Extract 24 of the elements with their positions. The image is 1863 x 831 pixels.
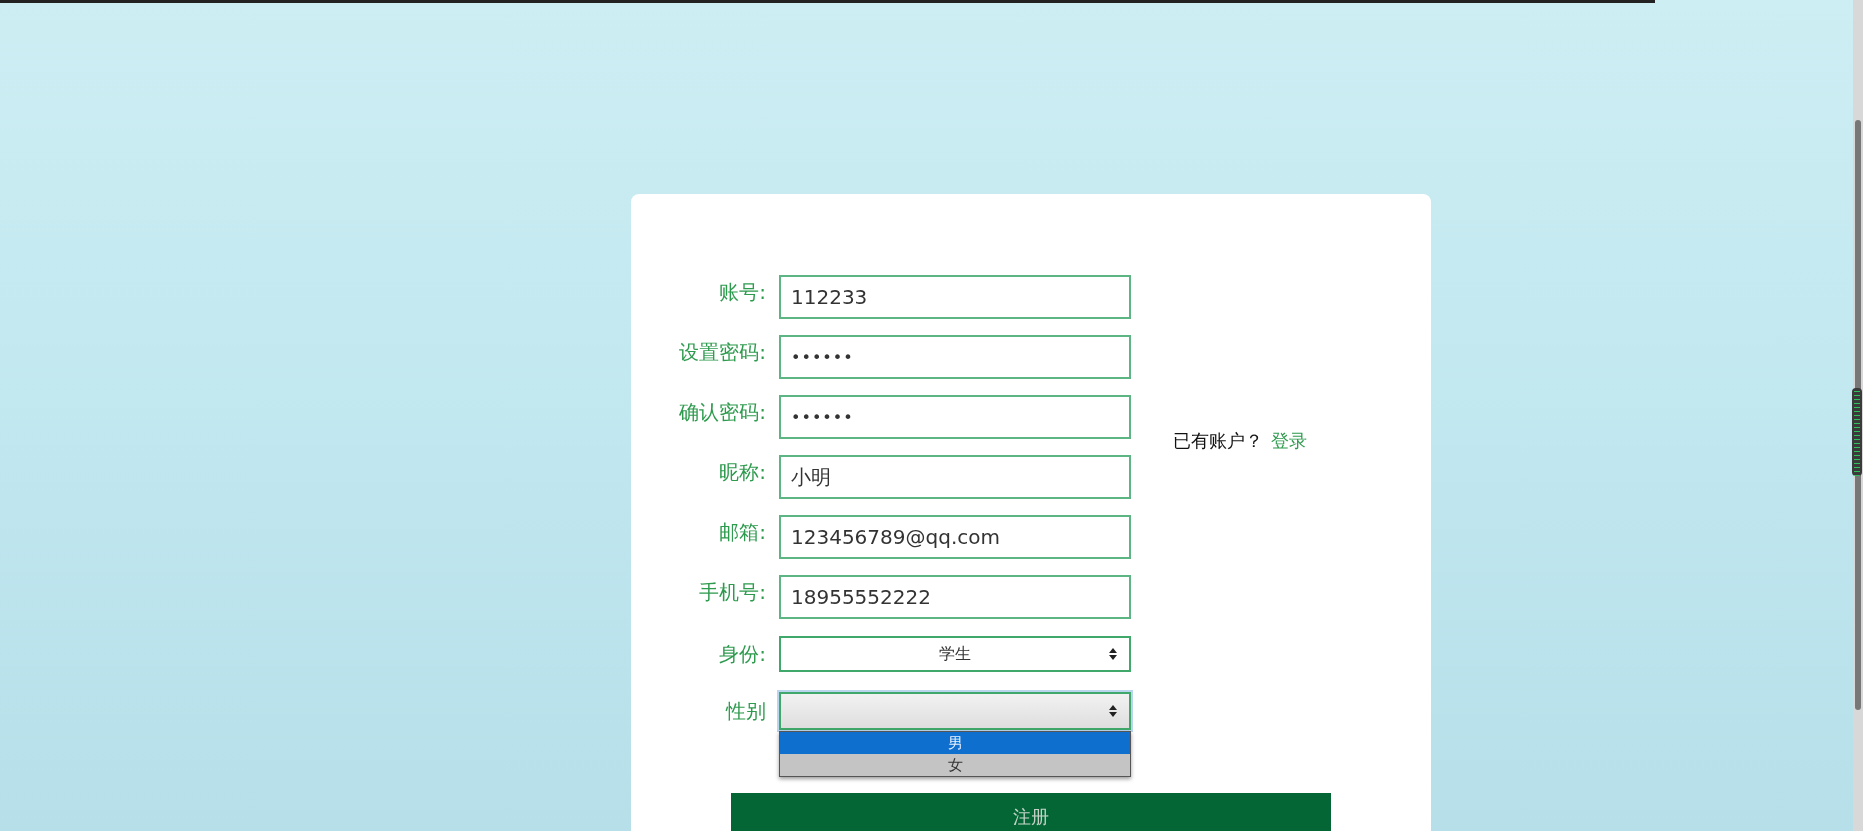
input-field[interactable]: 18955552222 bbox=[779, 575, 1131, 619]
field-label: 身份: bbox=[718, 640, 767, 668]
sort-arrows-icon bbox=[1109, 648, 1117, 660]
password-field[interactable]: •••••• bbox=[779, 335, 1131, 379]
select-field[interactable] bbox=[779, 692, 1131, 730]
field-label: 性别 bbox=[724, 697, 767, 725]
register-button[interactable]: 注册 bbox=[731, 793, 1331, 831]
login-link[interactable]: 登录 bbox=[1271, 429, 1307, 453]
login-prompt-text: 已有账户？ bbox=[1173, 429, 1263, 453]
field-label: 设置密码: bbox=[678, 339, 767, 366]
field-label: 昵称: bbox=[718, 459, 767, 486]
input-field[interactable]: 小明 bbox=[779, 455, 1131, 499]
input-field[interactable]: 112233 bbox=[779, 275, 1131, 319]
select-field[interactable]: 学生 bbox=[779, 636, 1131, 672]
input-field[interactable]: 123456789@qq.com bbox=[779, 515, 1131, 559]
field-label: 手机号: bbox=[698, 579, 767, 606]
dropdown-option[interactable]: 女 bbox=[780, 754, 1130, 776]
scrollbar[interactable] bbox=[1853, 0, 1863, 831]
dropdown-option[interactable]: 男 bbox=[780, 732, 1130, 754]
field-label: 确认密码: bbox=[678, 399, 767, 426]
field-label: 邮箱: bbox=[718, 519, 767, 546]
password-field[interactable]: •••••• bbox=[779, 395, 1131, 439]
sort-arrows-icon bbox=[1109, 705, 1117, 717]
field-label: 账号: bbox=[718, 279, 767, 306]
